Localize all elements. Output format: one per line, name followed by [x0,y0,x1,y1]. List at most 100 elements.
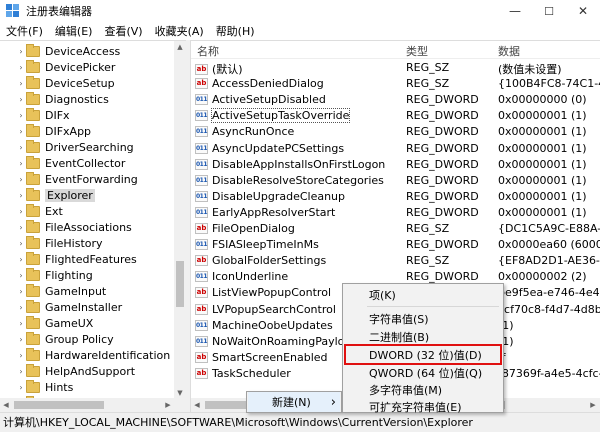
maximize-button[interactable]: ☐ [532,0,566,22]
expand-arrow-icon[interactable]: › [16,255,26,264]
string-value-icon: ab [195,255,208,267]
expand-arrow-icon[interactable]: › [16,287,26,296]
value-row[interactable]: 011 DisableUpgradeCleanup REG_DWORD 0x00000… [191,189,600,205]
submenu-item[interactable]: 可扩充字符串值(E) [343,398,501,415]
tree-item[interactable]: › GameUX [16,315,93,332]
value-row[interactable]: 011 DisableAppInstallsOnFirstLogon REG_DWO… [191,157,600,173]
folder-icon [26,364,40,377]
scroll-right-icon[interactable]: ▶ [162,401,174,409]
tree-item[interactable]: › FlightedFeatures [16,251,137,268]
tree-item[interactable]: › DIFxApp [16,123,91,140]
tree-item[interactable]: › DeviceSetup [16,75,115,92]
menu-favorites[interactable]: 收藏夹(A) [149,23,210,39]
column-type[interactable]: 类型 [406,43,428,59]
tree-item[interactable]: › GameInput [16,283,106,300]
value-data: 0x00000001 (1) [498,173,587,187]
folder-icon [26,92,40,105]
expand-arrow-icon[interactable]: › [16,63,26,72]
tree-hscroll-thumb[interactable] [14,401,104,409]
minimize-button[interactable]: — [498,0,532,22]
tree-horizontal-scrollbar[interactable]: ◀ ▶ [0,398,186,412]
tree-item[interactable]: › DIFx [16,107,70,124]
value-row[interactable]: 011 EarlyAppResolverStart REG_DWORD 0x00000… [191,205,600,221]
tree-item[interactable]: › EventForwarding [16,171,138,188]
submenu-item[interactable]: 字符串值(S) [343,310,501,327]
tree-item[interactable]: › FileAssociations [16,219,132,236]
submenu-item[interactable]: QWORD (64 位)值(Q) [343,364,501,381]
value-row[interactable]: ab AccessDeniedDialog REG_SZ {100B4FC8-74C1… [191,76,600,92]
key-tree-pane[interactable]: › DeviceAccess › DevicePicker › DeviceSetup › D… [0,40,186,412]
expand-arrow-icon[interactable]: › [16,223,26,232]
expand-arrow-icon[interactable]: › [16,303,26,312]
tree-item[interactable]: › Ext [16,203,63,220]
value-row[interactable]: 011 ActiveSetupTaskOverride REG_DWORD 0x000… [191,108,600,124]
tree-item[interactable]: › HardwareIdentification [16,347,170,364]
value-row[interactable]: 011 DisableResolveStoreCategories REG_DWOR… [191,173,600,189]
column-name[interactable]: 名称 [197,43,219,59]
context-new-item[interactable]: 新建(N) › [248,392,340,412]
submenu-item[interactable]: 多字符串值(M) [343,381,501,398]
value-name: DisableResolveStoreCategories [212,173,384,187]
menu-file[interactable]: 文件(F) [0,23,49,39]
expand-arrow-icon[interactable]: › [16,239,26,248]
window-title: 注册表编辑器 [26,5,92,18]
expand-arrow-icon[interactable]: › [16,127,26,136]
scroll-up-icon[interactable]: ▲ [174,41,186,53]
value-row[interactable]: ab (默认) REG_SZ (数值未设置) [191,60,600,76]
tree-item-label: DIFx [45,109,70,122]
close-button[interactable]: ✕ [566,0,600,22]
tree-item[interactable]: › Flighting [16,267,93,284]
expand-arrow-icon[interactable]: › [16,207,26,216]
tree-item[interactable]: › Explorer [16,187,95,204]
expand-arrow-icon[interactable]: › [16,159,26,168]
scroll-left-icon[interactable]: ◀ [191,401,203,409]
menu-edit[interactable]: 编辑(E) [49,23,99,39]
submenu-item[interactable]: 项(K) [343,286,501,303]
scroll-right-icon[interactable]: ▶ [587,401,599,409]
tree-vertical-scrollbar[interactable]: ▲ ▼ [174,41,186,399]
tree-item[interactable]: › DeviceAccess [16,43,120,60]
expand-arrow-icon[interactable]: › [16,47,26,56]
expand-arrow-icon[interactable]: › [16,271,26,280]
value-row[interactable]: 011 ActiveSetupDisabled REG_DWORD 0x0000000… [191,92,600,108]
tree-item[interactable]: › Diagnostics [16,91,109,108]
string-value-icon: ab [195,367,208,379]
expand-arrow-icon[interactable]: › [16,319,26,328]
value-name: DisableAppInstallsOnFirstLogon [212,157,386,171]
expand-arrow-icon[interactable]: › [16,95,26,104]
tree-scroll-thumb[interactable] [176,261,184,307]
value-row[interactable]: ab FileOpenDialog REG_SZ {DC1C5A9C-E88A-4dd [191,221,600,237]
submenu-item[interactable]: 二进制值(B) [343,328,501,345]
tree-item[interactable]: › Hints [16,379,73,396]
value-row[interactable]: 011 FSIASleepTimeInMs REG_DWORD 0x0000ea60 … [191,237,600,253]
expand-arrow-icon[interactable]: › [16,79,26,88]
expand-arrow-icon[interactable]: › [16,351,26,360]
tree-item[interactable]: › GameInstaller [16,299,122,316]
value-row[interactable]: ab GlobalFolderSettings REG_SZ {EF8AD2D1-AE… [191,253,600,269]
expand-arrow-icon[interactable]: › [16,111,26,120]
tree-item[interactable]: › HelpAndSupport [16,363,135,380]
value-row[interactable]: 011 AsyncRunOnce REG_DWORD 0x00000001 (1) [191,124,600,140]
submenu-item-label: 项(K) [369,288,396,302]
tree-item[interactable]: › Group Policy [16,331,114,348]
expand-arrow-icon[interactable]: › [16,143,26,152]
expand-arrow-icon[interactable]: › [16,191,26,200]
tree-item[interactable]: › DevicePicker [16,59,115,76]
expand-arrow-icon[interactable]: › [16,367,26,376]
submenu-item[interactable]: DWORD (32 位)值(D) [344,344,502,365]
value-data: 0x00000001 (1) [498,157,587,171]
expand-arrow-icon[interactable]: › [16,383,26,392]
tree-item-label: DeviceAccess [45,45,121,58]
scroll-left-icon[interactable]: ◀ [0,401,12,409]
expand-arrow-icon[interactable]: › [16,335,26,344]
menu-view[interactable]: 查看(V) [98,23,148,39]
tree-item[interactable]: › FileHistory [16,235,103,252]
binary-value-icon: 011 [195,335,208,347]
tree-item-label: EventCollector [45,157,126,170]
tree-item[interactable]: › DriverSearching [16,139,134,156]
menu-help[interactable]: 帮助(H) [210,23,261,39]
value-row[interactable]: 011 AsyncUpdatePCSettings REG_DWORD 0x00000… [191,141,600,157]
column-data[interactable]: 数据 [498,43,520,59]
tree-item[interactable]: › EventCollector [16,155,125,172]
expand-arrow-icon[interactable]: › [16,175,26,184]
